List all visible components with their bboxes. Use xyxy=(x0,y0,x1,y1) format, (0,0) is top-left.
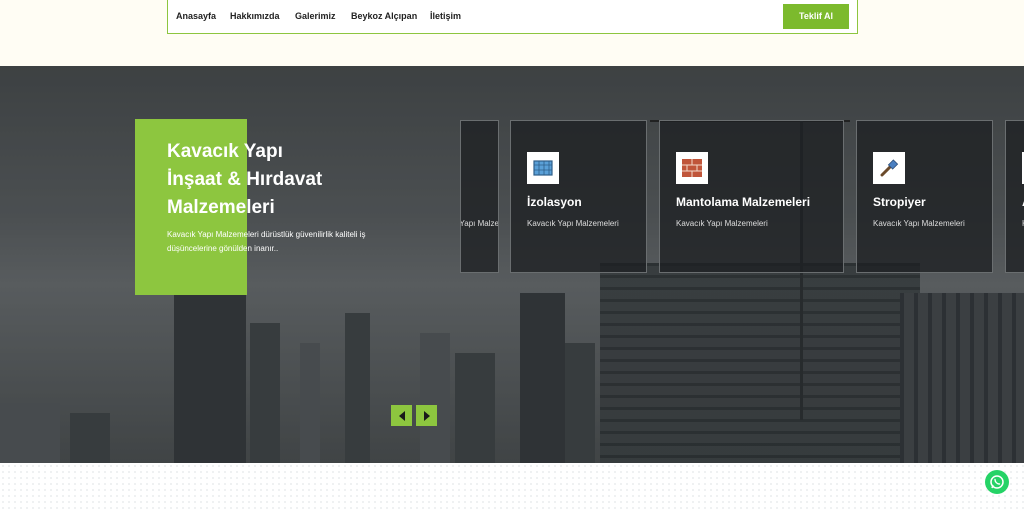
nav-link-home[interactable]: Anasayfa xyxy=(176,11,216,21)
brick-wall-icon xyxy=(676,152,708,184)
service-card-title: İzolasyon xyxy=(527,195,582,209)
service-card-subtitle: Kavacık Yapı Malzemeleri xyxy=(527,219,619,228)
get-quote-button[interactable]: Teklif Al xyxy=(783,4,849,29)
service-card-subtitle: Kavacık Yapı Malzemeleri xyxy=(460,219,499,228)
header-bar: Anasayfa Hakkımızda Galerimiz Beykoz Alç… xyxy=(0,0,1024,66)
service-card-mantolama[interactable]: Mantolama Malzemeleri Kavacık Yapı Malze… xyxy=(659,120,844,273)
service-card-stropiyer[interactable]: Stropiyer Kavacık Yapı Malzemeleri xyxy=(856,120,993,273)
paint-brush-icon xyxy=(873,152,905,184)
whatsapp-icon xyxy=(990,475,1004,489)
nav-link-gallery[interactable]: Galerimiz xyxy=(295,11,336,21)
nav-link-contact[interactable]: İletişim xyxy=(430,11,461,21)
service-card-partial[interactable]: A Ka xyxy=(1005,120,1024,273)
hero-description: Kavacık Yapı Malzemeleri dürüstlük güven… xyxy=(167,230,366,253)
service-card-izolasyon[interactable]: İzolasyon Kavacık Yapı Malzemeleri xyxy=(510,120,647,273)
nav-link-about[interactable]: Hakkımızda xyxy=(230,11,280,21)
map-pattern-section xyxy=(0,463,1024,510)
whatsapp-button[interactable] xyxy=(985,470,1009,494)
main-nav: Anasayfa Hakkımızda Galerimiz Beykoz Alç… xyxy=(167,0,858,34)
service-card-subtitle: Kavacık Yapı Malzemeleri xyxy=(676,219,768,228)
slider-next-button[interactable] xyxy=(416,405,437,426)
hero-slider: Kavacık Yapı İnşaat & Hırdavat Malzemele… xyxy=(0,66,1024,463)
nav-link-beykoz-alcipan[interactable]: Beykoz Alçıpan xyxy=(351,11,417,21)
slider-prev-button[interactable] xyxy=(391,405,412,426)
hero-title: Kavacık Yapı İnşaat & Hırdavat Malzemele… xyxy=(167,141,323,218)
service-card-partial[interactable]: Kavacık Yapı Malzemeleri xyxy=(460,120,499,273)
service-card-title: Stropiyer xyxy=(873,195,926,209)
chevron-right-icon xyxy=(423,410,430,421)
chevron-left-icon xyxy=(398,410,405,421)
insulation-icon xyxy=(527,152,559,184)
service-card-title: Mantolama Malzemeleri xyxy=(676,195,811,209)
service-card-subtitle: Kavacık Yapı Malzemeleri xyxy=(873,219,965,228)
